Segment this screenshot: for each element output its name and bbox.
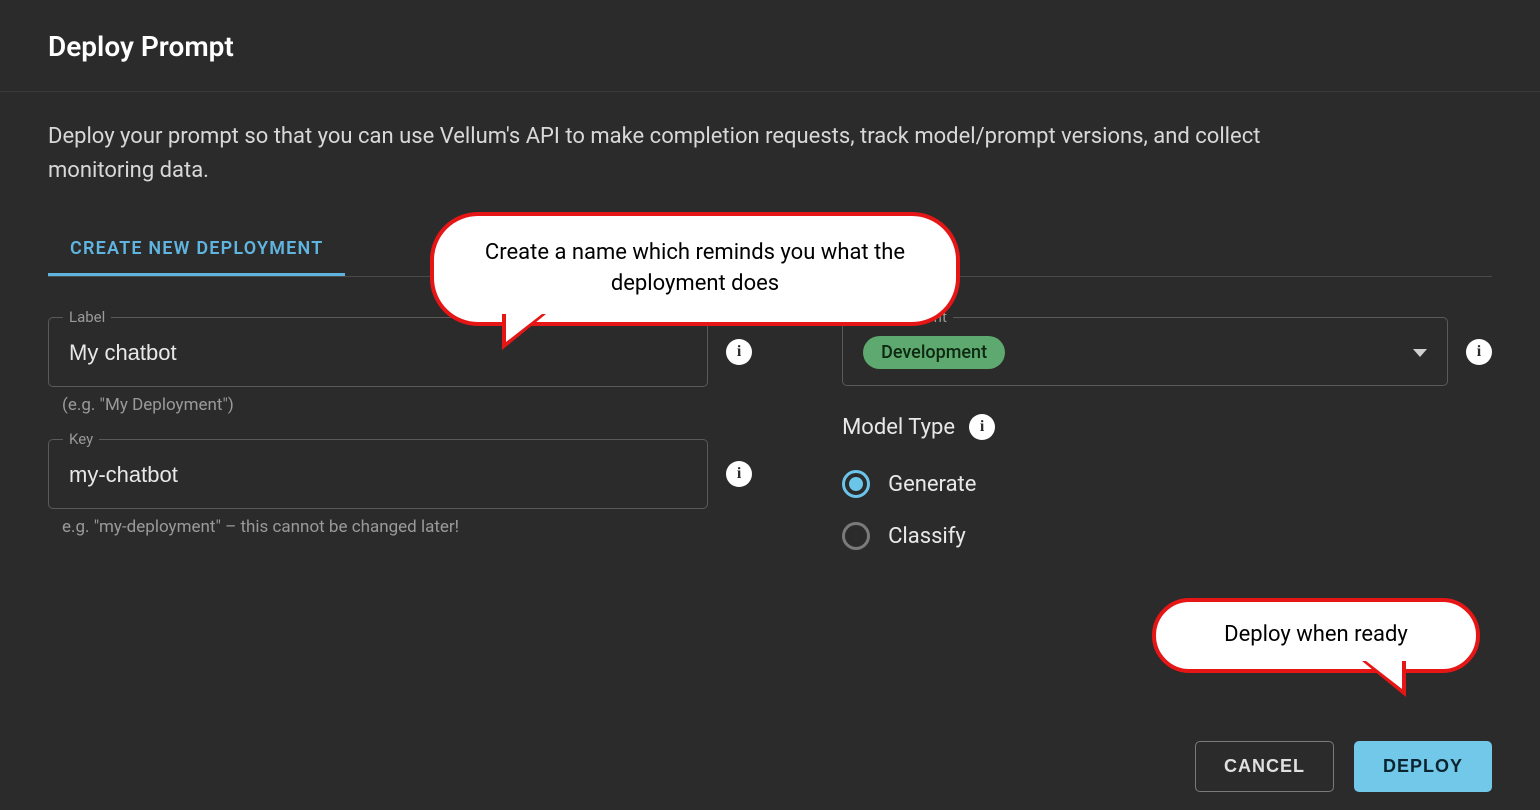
environment-select[interactable]: Environment Development bbox=[842, 317, 1448, 386]
chevron-down-icon bbox=[1413, 349, 1427, 357]
info-icon[interactable]: i bbox=[969, 414, 995, 440]
label-field-label: Label bbox=[63, 308, 111, 326]
key-field: Key bbox=[48, 439, 708, 509]
info-icon[interactable]: i bbox=[726, 339, 752, 365]
right-column: Environment Development i Model Type i G… bbox=[842, 317, 1492, 562]
key-field-label: Key bbox=[63, 430, 99, 448]
left-column: Label i (e.g. "My Deployment") Key i e.g… bbox=[48, 317, 752, 562]
dialog-description: Deploy your prompt so that you can use V… bbox=[48, 120, 1298, 188]
deploy-button[interactable]: DEPLOY bbox=[1354, 741, 1492, 792]
model-type-label: Model Type bbox=[842, 415, 955, 440]
label-helper: (e.g. "My Deployment") bbox=[62, 395, 752, 415]
info-icon[interactable]: i bbox=[1466, 339, 1492, 365]
form-area: Label i (e.g. "My Deployment") Key i e.g… bbox=[48, 317, 1492, 562]
radio-icon bbox=[842, 470, 870, 498]
radio-generate[interactable]: Generate bbox=[842, 458, 1492, 510]
radio-icon bbox=[842, 522, 870, 550]
key-field-row: Key i bbox=[48, 439, 752, 509]
radio-classify-label: Classify bbox=[888, 524, 966, 549]
dialog-body: Deploy your prompt so that you can use V… bbox=[0, 92, 1540, 562]
label-field-row: Label i bbox=[48, 317, 752, 387]
tab-create-new-deployment[interactable]: CREATE NEW DEPLOYMENT bbox=[48, 224, 345, 276]
radio-classify[interactable]: Classify bbox=[842, 510, 1492, 562]
model-type-header: Model Type i bbox=[842, 414, 1492, 440]
info-icon[interactable]: i bbox=[726, 461, 752, 487]
deploy-prompt-dialog: Deploy Prompt Deploy your prompt so that… bbox=[0, 0, 1540, 810]
cancel-button[interactable]: CANCEL bbox=[1195, 741, 1334, 792]
dialog-header: Deploy Prompt bbox=[0, 0, 1540, 92]
dialog-title: Deploy Prompt bbox=[48, 30, 1492, 63]
key-input[interactable] bbox=[49, 440, 707, 508]
radio-generate-label: Generate bbox=[888, 472, 976, 497]
dialog-footer: CANCEL DEPLOY bbox=[1195, 741, 1492, 792]
environment-row: Environment Development i bbox=[842, 317, 1492, 386]
annotation-name-hint: Create a name which reminds you what the… bbox=[430, 212, 960, 326]
label-input[interactable] bbox=[49, 318, 707, 386]
label-field: Label bbox=[48, 317, 708, 387]
environment-pill: Development bbox=[863, 336, 1005, 369]
key-helper: e.g. "my-deployment" – this cannot be ch… bbox=[62, 517, 752, 537]
annotation-deploy-hint: Deploy when ready bbox=[1152, 598, 1480, 673]
